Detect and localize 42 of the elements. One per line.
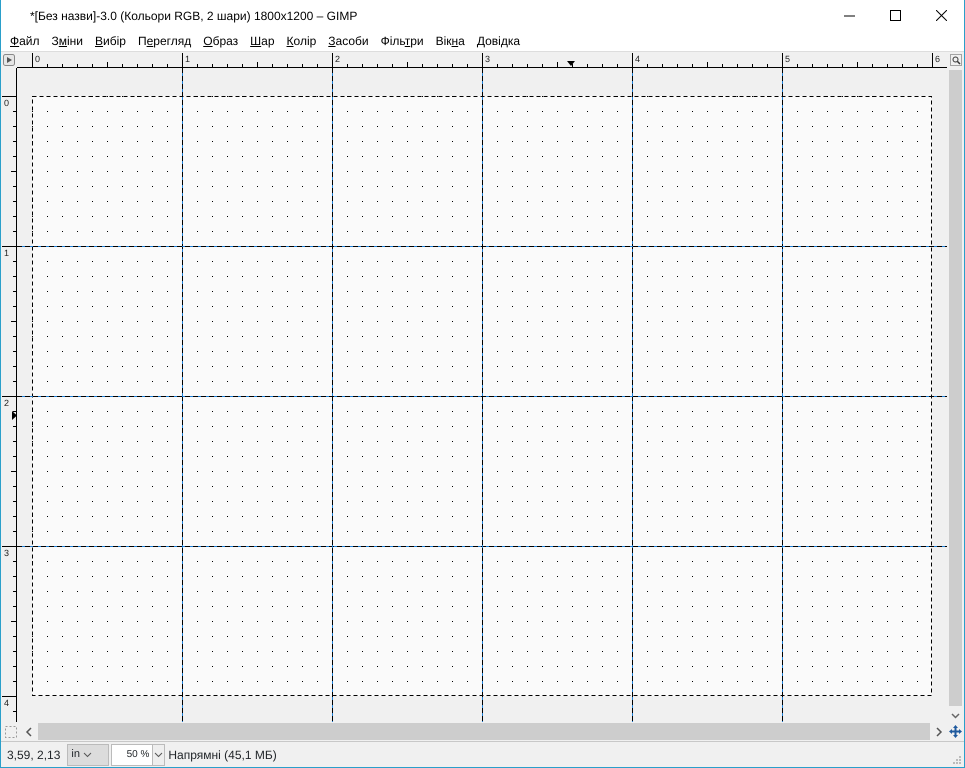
ruler-label: 6 — [935, 54, 940, 64]
maximize-icon — [890, 10, 900, 21]
ruler-label: 0 — [4, 98, 10, 108]
ruler-label: 1 — [185, 54, 190, 64]
minimize-icon — [844, 14, 854, 16]
scroll-right-icon[interactable] — [934, 726, 943, 736]
ruler-label: 5 — [785, 54, 790, 64]
zoom-dropdown[interactable]: 50 % — [111, 744, 166, 766]
ruler-label: 4 — [4, 698, 10, 708]
menu-item[interactable]: Вибір — [89, 32, 132, 50]
menu-item[interactable]: Файл — [4, 32, 46, 50]
ruler-label: 3 — [485, 54, 490, 64]
window-title: *[Без назви]-3.0 (Кольори RGB, 2 шари) 1800x1200 – GIMP — [29, 8, 358, 24]
unit-dropdown[interactable]: in — [67, 744, 110, 766]
ruler-label: 3 — [4, 548, 10, 558]
menu-item[interactable]: Колір — [280, 32, 322, 50]
menu-item[interactable]: Перегляд — [132, 32, 198, 50]
scroll-left-icon[interactable] — [25, 726, 34, 736]
chevron-down-icon — [82, 752, 92, 758]
menu-item[interactable]: Довідка — [470, 32, 526, 50]
chevron-down-icon — [154, 752, 164, 758]
horizontal-scrollbar[interactable] — [38, 723, 930, 740]
ruler-label: 1 — [4, 248, 10, 258]
menu-item[interactable]: Шар — [244, 32, 281, 50]
close-icon — [936, 10, 946, 21]
ruler-label: 2 — [4, 398, 10, 408]
menu-item[interactable]: Вікна — [430, 32, 471, 50]
ruler-menu-button[interactable] — [3, 54, 15, 66]
navigate-icon[interactable] — [948, 724, 964, 739]
menu-item[interactable]: Образ — [197, 32, 244, 50]
resize-grip-icon[interactable] — [953, 756, 961, 764]
status-message: Напрямні (45,1 МБ) — [167, 746, 277, 764]
menu-item[interactable]: Засоби — [322, 32, 375, 50]
vertical-scrollbar[interactable] — [947, 68, 964, 722]
pointer-coordinates: 3,59, 2,13 — [6, 746, 60, 764]
ruler-label: 0 — [35, 54, 40, 64]
scroll-down-icon[interactable] — [951, 713, 960, 719]
menu-item[interactable]: Фільтри — [374, 32, 430, 50]
zoom-fit-icon[interactable] — [950, 54, 962, 66]
ruler-label: 4 — [635, 54, 640, 64]
menu-item[interactable]: Зміни — [46, 32, 90, 50]
ruler-label: 2 — [335, 54, 340, 64]
